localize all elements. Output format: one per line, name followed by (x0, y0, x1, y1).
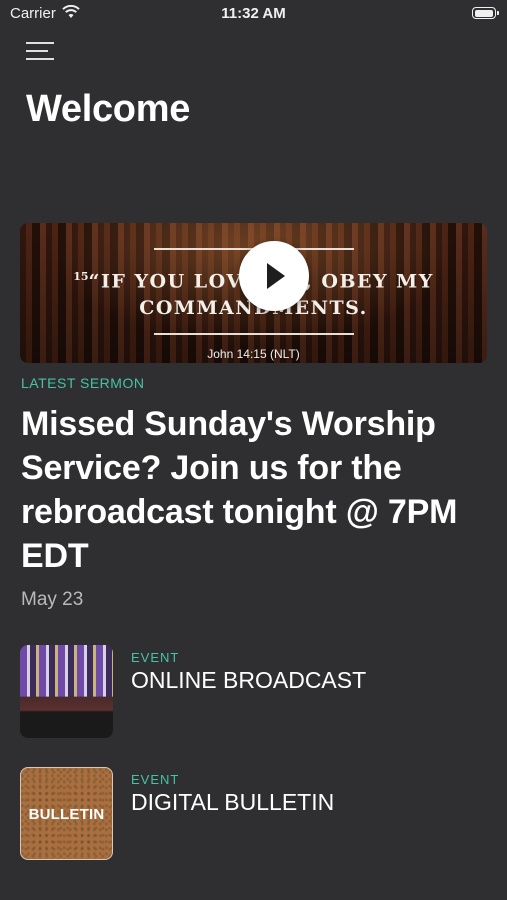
latest-sermon-label: LATEST SERMON (21, 375, 145, 391)
status-bar: Carrier 11:32 AM (0, 0, 507, 28)
online-broadcast-thumbnail (20, 645, 113, 738)
event-item-online-broadcast[interactable]: EVENT ONLINE BROADCAST (20, 645, 487, 739)
hamburger-menu-icon[interactable] (26, 40, 54, 62)
sermon-video-card[interactable]: 15“IF YOU LOVE ME, OBEY MY COMMANDMENTS.… (20, 223, 487, 363)
page-title: Welcome (26, 88, 191, 130)
battery-icon (472, 7, 499, 19)
verse-bottom-rule (154, 333, 354, 335)
event-title: ONLINE BROADCAST (131, 667, 367, 693)
bulletin-thumbnail: BULLETIN (20, 767, 113, 860)
play-icon (267, 263, 285, 289)
event-tag: EVENT (131, 772, 180, 787)
play-button[interactable] (239, 241, 309, 311)
sermon-headline[interactable]: Missed Sunday's Worship Service? Join us… (21, 402, 491, 578)
verse-number: 15 (73, 270, 89, 283)
clock: 11:32 AM (221, 5, 286, 22)
event-title: DIGITAL BULLETIN (131, 789, 335, 815)
sermon-date: May 23 (21, 589, 84, 610)
bulletin-thumbnail-text: BULLETIN (28, 806, 105, 823)
event-item-digital-bulletin[interactable]: BULLETIN EVENT DIGITAL BULLETIN (20, 767, 487, 861)
event-tag: EVENT (131, 650, 180, 665)
battery-fill (474, 9, 493, 17)
verse-reference: John 14:15 (NLT) (207, 347, 300, 361)
